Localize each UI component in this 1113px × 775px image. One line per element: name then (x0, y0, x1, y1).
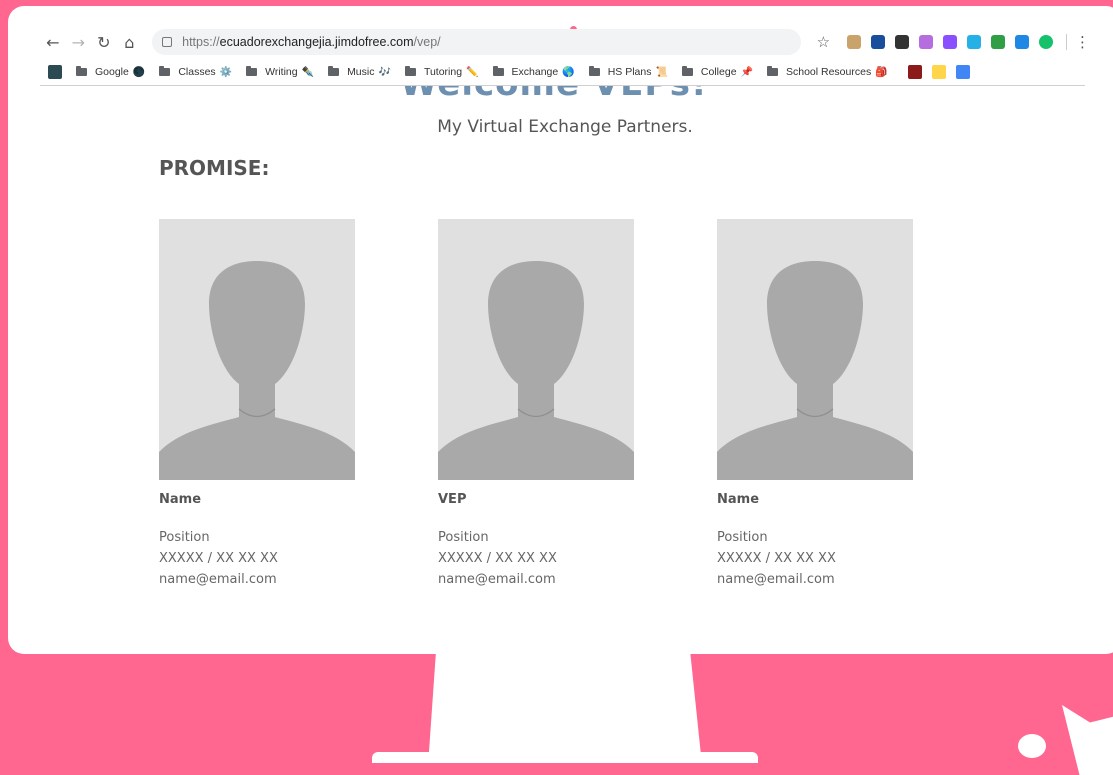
monitor-stand-base (372, 752, 758, 763)
folder-icon (159, 66, 171, 76)
bookmark-paste-icon[interactable] (931, 65, 946, 79)
decorative-leaf (1062, 705, 1113, 775)
back-icon[interactable]: ← (40, 29, 66, 55)
page-heading: Welcome VEPs! (400, 86, 730, 98)
forward-icon[interactable]: → (66, 29, 92, 55)
folder-icon (492, 66, 504, 76)
url-host: ecuadorexchangejia.jimdofree.com (219, 35, 414, 49)
folder-icon (681, 66, 693, 76)
card-email: name@email.com (159, 572, 277, 587)
card-phone: XXXXX / XX XX XX (717, 551, 836, 566)
bookmark-emoji: 🌑 (132, 66, 146, 78)
card-position: Position (438, 530, 489, 545)
bookmark-folder[interactable]: Exchange 🌎 (492, 66, 575, 78)
url-path: /vep/ (413, 35, 441, 49)
url-scheme: https:// (182, 35, 220, 49)
ext-5-icon[interactable] (943, 35, 958, 49)
toolbar-separator (1066, 34, 1067, 50)
bookmark-label: Tutoring (423, 66, 463, 78)
ext-1-icon[interactable] (847, 35, 862, 49)
bookmark-emoji: 📌 (740, 66, 753, 78)
folder-icon (588, 66, 600, 76)
folder-icon (328, 66, 340, 76)
card-email: name@email.com (438, 572, 556, 587)
bookmark-emoji: 🎶 (378, 66, 391, 78)
bookmark-folder[interactable]: School Resources 🎒 (766, 66, 888, 78)
profile-placeholder-image (717, 219, 913, 480)
bookmark-emoji: ⚙️ (219, 66, 233, 78)
profile-placeholder-image (438, 219, 634, 480)
ext-3-icon[interactable] (895, 35, 910, 49)
profile-placeholder-image (159, 219, 355, 480)
bookmark-emoji: 🎒 (875, 66, 888, 78)
bookmark-label: Writing (265, 66, 298, 78)
bookmark-folder[interactable]: Classes ⚙️ (159, 66, 232, 78)
decorative-dot (1018, 734, 1046, 758)
bookmark-emoji: 🌎 (562, 66, 575, 78)
bookmark-emoji: ✒️ (301, 66, 315, 78)
page-subtitle: My Virtual Exchange Partners. (437, 117, 693, 137)
bookmark-label: Music (347, 66, 375, 78)
browser-menu-icon[interactable]: ⋮ (1075, 33, 1090, 51)
bookmark-label: School Resources (785, 66, 872, 78)
bookmark-label: College (700, 66, 737, 78)
ext-9-icon[interactable] (1039, 35, 1054, 49)
bookmark-folder[interactable]: Google 🌑 (76, 66, 145, 78)
page-heading-text: Welcome VEPs! (400, 86, 707, 98)
bookmark-folder[interactable]: Music 🎶 (328, 66, 391, 78)
extensions-bar (842, 35, 1058, 49)
bookmark-folder[interactable]: Tutoring ✏️ (404, 66, 479, 78)
bookmark-emoji: ✏️ (466, 66, 479, 78)
card-name: Name (159, 492, 202, 507)
bookmark-folder[interactable]: Writing ✒️ (246, 66, 314, 78)
ext-8-icon[interactable] (1015, 35, 1030, 49)
bookmark-folder[interactable]: HS Plans 📜 (588, 66, 668, 78)
browser-toolbar: ← → ↻ ⌂ https://ecuadorexchangejia.jimdo… (40, 26, 1090, 58)
card-phone: XXXXX / XX XX XX (438, 551, 557, 566)
profile-card: Name Position XXXXX / XX XX XX name@email.c… (159, 219, 355, 590)
profile-card: Name Position XXXXX / XX XX XX name@email.c… (717, 219, 913, 590)
card-position: Position (717, 530, 768, 545)
bookmark-label: Classes (178, 66, 216, 78)
home-icon[interactable]: ⌂ (117, 29, 143, 55)
bookmark-label: Google (95, 66, 129, 78)
card-position: Position (159, 530, 210, 545)
reload-icon[interactable]: ↻ (91, 29, 117, 55)
card-name: Name (717, 492, 760, 507)
profile-card: VEP Position XXXXX / XX XX XX name@email.co… (438, 219, 634, 590)
ext-2-icon[interactable] (871, 35, 886, 49)
folder-icon (246, 66, 258, 76)
bookmark-label: HS Plans (607, 66, 652, 78)
bookmarks-bar: Google 🌑 Classes ⚙️ Writing ✒️ Music 🎶 Tutoring ✏… (48, 62, 1088, 82)
bookmark-star-icon[interactable]: ☆ (817, 33, 830, 51)
bookmark-folder[interactable]: College 📌 (681, 66, 753, 78)
folder-icon (404, 66, 416, 76)
ext-6-icon[interactable] (967, 35, 982, 49)
bookmark-label: Exchange (511, 66, 559, 78)
folder-icon (76, 66, 87, 76)
bookmark-bc-icon[interactable] (907, 65, 922, 79)
bookmark-emoji: 📜 (655, 66, 668, 78)
bookmark-app-icon[interactable] (48, 65, 62, 79)
monitor-stand (428, 654, 702, 763)
ext-4-icon[interactable] (919, 35, 934, 49)
card-phone: XXXXX / XX XX XX (159, 551, 278, 566)
page-info-icon[interactable] (162, 37, 173, 47)
section-title: PROMISE: (159, 156, 270, 180)
bookmark-docs-icon[interactable] (955, 65, 970, 79)
address-bar[interactable]: https://ecuadorexchangejia.jimdofree.com… (152, 29, 801, 55)
card-email: name@email.com (717, 572, 835, 587)
ext-7-icon[interactable] (991, 35, 1006, 49)
card-name: VEP (438, 492, 467, 507)
folder-icon (766, 66, 778, 76)
